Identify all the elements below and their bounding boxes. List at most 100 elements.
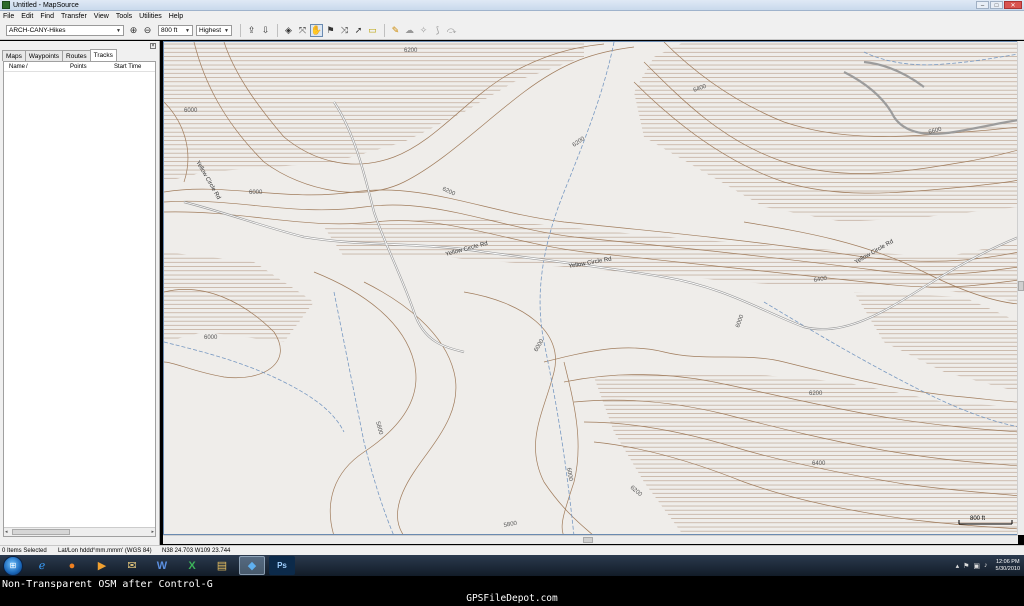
contour-label: 6200 [629, 485, 644, 499]
show-hidden-icon[interactable]: ▴ [956, 562, 960, 570]
volume-icon[interactable]: ♪ [984, 562, 988, 569]
zoom-select[interactable]: 800 ft ▼ [158, 25, 193, 36]
selection-tool-icon[interactable]: ⤧ [296, 24, 309, 37]
cursor-coordinates: N38 24.703 W109 23.744 [162, 547, 231, 554]
menu-bar: File Edit Find Transfer View Tools Utili… [0, 11, 1024, 22]
contour-line [363, 281, 457, 534]
status-bar: 0 Items Selected Lat/Lon hddd°mm.mmm' (W… [0, 545, 1024, 555]
scroll-right-icon[interactable]: ▸ [151, 529, 154, 535]
map-view[interactable]: 6200 6400 6600 6000 6200 6200 6400 6000 … [163, 41, 1018, 535]
track-tool-icon[interactable]: ☁ [403, 24, 416, 37]
map-horizontal-scrollbar[interactable] [163, 535, 1018, 544]
network-icon[interactable]: ▣ [973, 562, 980, 570]
sort-indicator: / [26, 63, 28, 70]
toolbar-divider [277, 24, 278, 37]
column-points[interactable]: Points [70, 64, 114, 70]
tracks-list[interactable]: Name / Points Start Time ◂ ▸ [3, 61, 156, 537]
menu-find[interactable]: Find [40, 13, 54, 20]
contour-label: 6000 [204, 335, 218, 341]
close-button[interactable]: ✕ [1004, 1, 1022, 9]
topo-map: 6200 6400 6600 6000 6200 6200 6400 6000 … [164, 42, 1017, 534]
clock[interactable]: 12:06 PM 5/30/2010 [996, 559, 1020, 573]
tab-waypoints[interactable]: Waypoints [24, 50, 64, 61]
start-button[interactable]: ⊞ [3, 555, 23, 576]
contour-label: 6200 [441, 186, 456, 197]
flag-icon[interactable]: ⚑ [963, 562, 969, 570]
contour-label: 6200 [809, 391, 823, 397]
scroll-left-icon[interactable]: ◂ [5, 529, 8, 535]
explorer-icon[interactable]: ▤ [209, 556, 235, 575]
selection-status: 0 Items Selected [2, 547, 47, 554]
title-bar: Untitled - MapSource – □ ✕ [0, 0, 1024, 11]
product-select[interactable]: ARCH-CANY-Hikes ▼ [6, 25, 124, 36]
distance-tool-icon[interactable]: ▭ [366, 24, 379, 37]
clock-time: 12:06 PM [995, 558, 1020, 565]
stream-line [539, 42, 615, 534]
join-tool-icon[interactable]: ⤼ [445, 24, 458, 37]
system-tray: ▴ ⚑ ▣ ♪ 12:06 PM 5/30/2010 [954, 555, 1020, 576]
send-to-device-icon[interactable]: ⇪ [245, 24, 258, 37]
word-icon[interactable]: W [149, 556, 175, 575]
pin-icon[interactable]: × [150, 43, 156, 49]
scrollbar-thumb[interactable] [583, 537, 593, 543]
menu-edit[interactable]: Edit [21, 13, 33, 20]
hand-tool-icon[interactable]: ✋ [310, 24, 323, 37]
ie-icon[interactable]: ℯ [29, 556, 55, 575]
erase-tool-icon[interactable]: ✧ [417, 24, 430, 37]
route-tool-icon[interactable]: ⤨ [338, 24, 351, 37]
scrollbar-thumb[interactable] [12, 529, 70, 535]
zoom-in-icon[interactable]: ⊕ [127, 24, 140, 37]
contour-label: 6200 [404, 48, 418, 54]
contour-label: 6200 [572, 136, 587, 149]
menu-help[interactable]: Help [169, 13, 183, 20]
stream-line [333, 291, 394, 534]
tracks-list-header: Name / Points Start Time [4, 62, 155, 72]
excel-icon[interactable]: X [179, 556, 205, 575]
photoshop-icon[interactable]: Ps [269, 556, 295, 575]
tab-routes[interactable]: Routes [62, 50, 91, 61]
tab-maps[interactable]: Maps [2, 50, 26, 61]
zoom-value: 800 ft [161, 27, 178, 34]
tab-tracks[interactable]: Tracks [89, 49, 117, 61]
media-player-icon[interactable]: ▶ [89, 556, 115, 575]
contour-label: 5800 [374, 421, 383, 436]
mapsource-app-icon [2, 1, 10, 9]
contour-label: 6400 [812, 461, 826, 467]
menu-file[interactable]: File [3, 13, 14, 20]
menu-utilities[interactable]: Utilities [139, 13, 162, 20]
mail-icon[interactable]: ✉ [119, 556, 145, 575]
maximize-button[interactable]: □ [990, 1, 1003, 9]
zoom-out-icon[interactable]: ⊖ [141, 24, 154, 37]
contour-line [561, 361, 579, 534]
split-tool-icon[interactable]: ⟆ [431, 24, 444, 37]
find-icon[interactable]: ✎ [389, 24, 402, 37]
menu-view[interactable]: View [94, 13, 109, 20]
menu-transfer[interactable]: Transfer [61, 13, 87, 20]
scrollbar-thumb[interactable] [1018, 281, 1024, 291]
data-panel: × Maps Waypoints Routes Tracks Name / Po… [0, 41, 160, 545]
position-format: Lat/Lon hddd°mm.mmm' (WGS 84) [58, 547, 152, 554]
list-horizontal-scrollbar[interactable]: ◂ ▸ [4, 527, 155, 536]
toolbar-divider [240, 24, 241, 37]
contour-label: 6000 [735, 313, 745, 328]
waypoint-tool-icon[interactable]: ⚑ [324, 24, 337, 37]
contour-label: 5800 [503, 521, 518, 529]
stream-line [164, 341, 345, 433]
select-arrow-icon[interactable]: ➚ [352, 24, 365, 37]
chevron-down-icon: ▼ [224, 27, 229, 34]
window-title: Untitled - MapSource [13, 1, 79, 9]
toolbar: ARCH-CANY-Hikes ▼ ⊕ ⊖ 800 ft ▼ Highest ▼ ⇪ … [0, 22, 1024, 40]
mapsource-icon[interactable]: ◆ [239, 556, 265, 575]
slope-hatch [854, 292, 1017, 392]
map-tool-icon[interactable]: ◈ [282, 24, 295, 37]
menu-tools[interactable]: Tools [116, 13, 132, 20]
column-name[interactable]: Name [4, 64, 26, 70]
firefox-icon[interactable]: ● [59, 556, 85, 575]
map-vertical-scrollbar[interactable] [1017, 41, 1024, 535]
windows-taskbar: ⊞ ℯ ● ▶ ✉ W X ▤ ◆ Ps ▴ ⚑ ▣ ♪ 12:06 PM 5/… [0, 555, 1024, 576]
minimize-button[interactable]: – [976, 1, 989, 9]
contour-line [463, 291, 593, 534]
receive-from-device-icon[interactable]: ⇩ [259, 24, 272, 37]
detail-select[interactable]: Highest ▼ [196, 25, 232, 36]
column-start-time[interactable]: Start Time [114, 64, 154, 70]
